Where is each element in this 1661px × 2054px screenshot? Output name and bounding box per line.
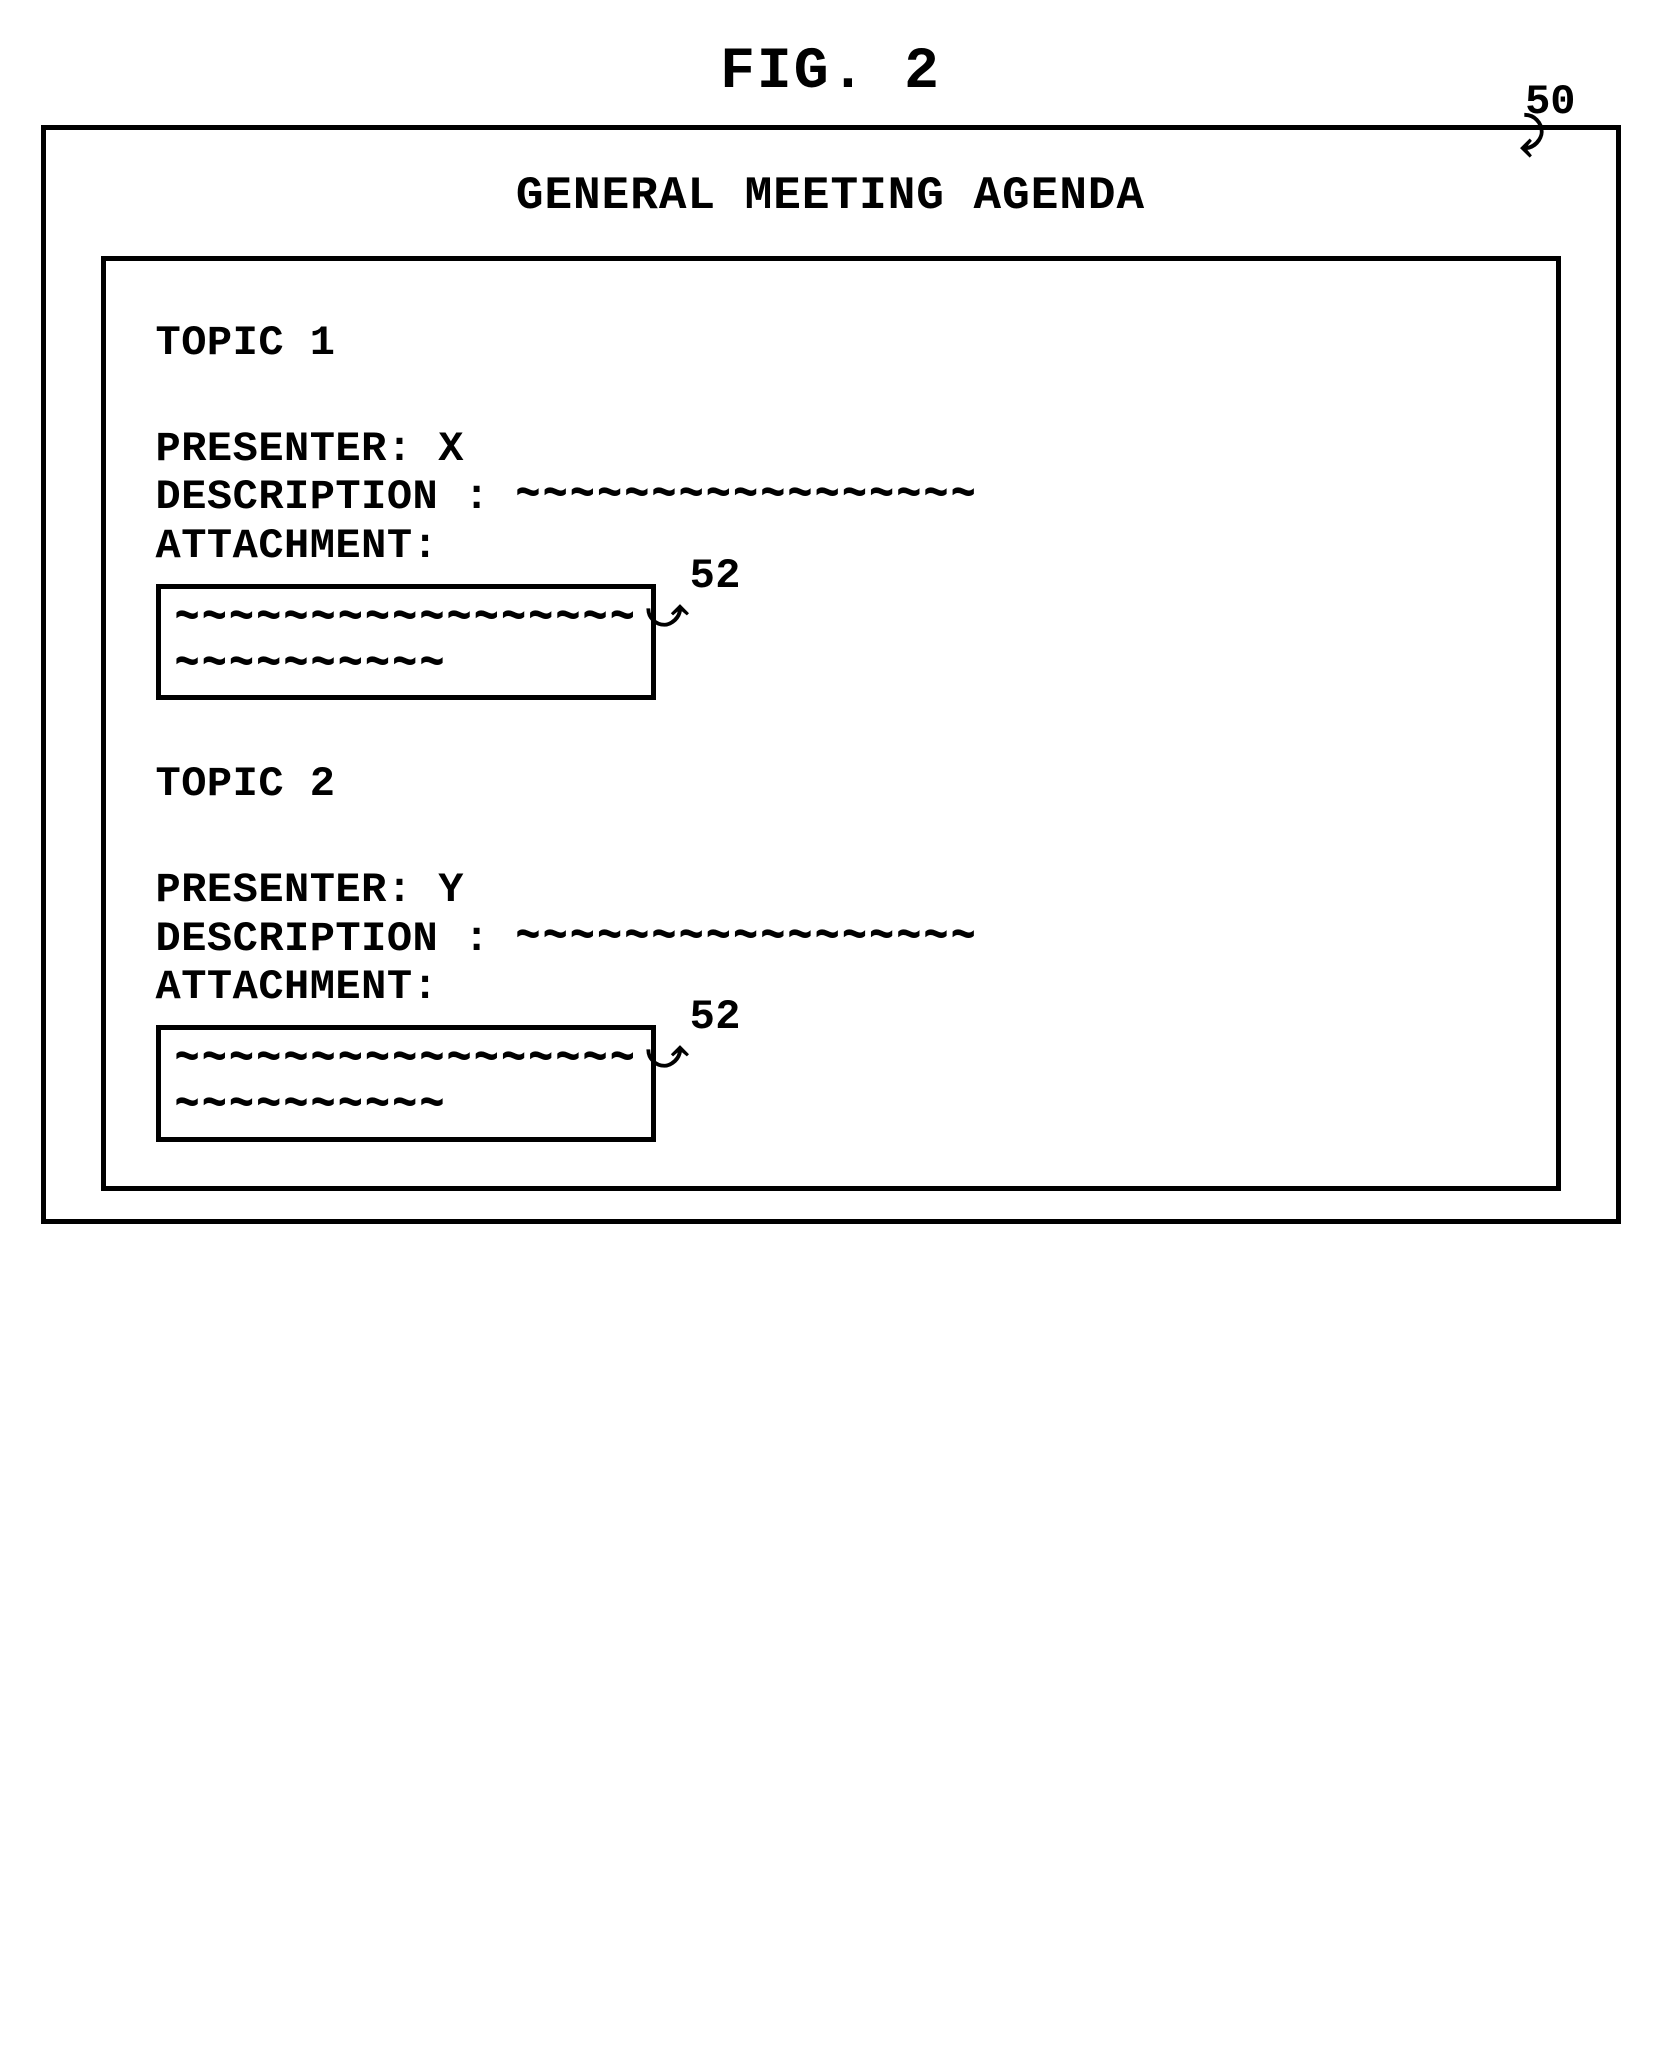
squiggle-icon: ~~~~~~~~~~~~~~~~~ bbox=[515, 906, 977, 969]
presenter-value: Y bbox=[438, 866, 464, 914]
presenter-value: X bbox=[438, 425, 464, 473]
reference-numeral-52: 52 bbox=[690, 553, 741, 599]
figure-container: FIG. 2 50 ⤹ GENERAL MEETING AGENDA TOPIC… bbox=[41, 40, 1621, 1224]
attachment-box: 52 ⤻ ~~~~~~~~~~~~~~~~~ ~~~~~~~~~~ bbox=[156, 1025, 656, 1141]
topic-heading: TOPIC 2 bbox=[156, 760, 1506, 808]
description-label: DESCRIPTION : bbox=[156, 915, 490, 963]
presenter-label: PRESENTER: bbox=[156, 425, 413, 473]
figure-label: FIG. 2 bbox=[41, 40, 1621, 105]
topic-block: TOPIC 1 PRESENTER: X DESCRIPTION : ~~~~~… bbox=[156, 319, 1506, 710]
topic-heading: TOPIC 1 bbox=[156, 319, 1506, 367]
description-line: DESCRIPTION : ~~~~~~~~~~~~~~~~~ bbox=[156, 915, 1506, 963]
leader-curve-icon: ⤹ bbox=[1520, 112, 1545, 160]
attachment-label: ATTACHMENT: bbox=[156, 963, 1506, 1011]
description-label: DESCRIPTION : bbox=[156, 473, 490, 521]
agenda-title: GENERAL MEETING AGENDA bbox=[101, 170, 1561, 222]
reference-numeral-52: 52 bbox=[690, 994, 741, 1040]
attachment-label: ATTACHMENT: bbox=[156, 522, 1506, 570]
squiggle-icon: ~~~~~~~~~~ bbox=[175, 1076, 637, 1136]
topic-block: TOPIC 2 PRESENTER: Y DESCRIPTION : ~~~~~… bbox=[156, 760, 1506, 1151]
squiggle-icon: ~~~~~~~~~~ bbox=[175, 635, 637, 695]
attachment-box: 52 ⤻ ~~~~~~~~~~~~~~~~~ ~~~~~~~~~~ bbox=[156, 584, 656, 700]
leader-curve-icon: ⤻ bbox=[646, 595, 689, 639]
outer-frame: 50 ⤹ GENERAL MEETING AGENDA TOPIC 1 PRES… bbox=[41, 125, 1621, 1224]
presenter-label: PRESENTER: bbox=[156, 866, 413, 914]
agenda-panel: TOPIC 1 PRESENTER: X DESCRIPTION : ~~~~~… bbox=[101, 256, 1561, 1191]
squiggle-icon: ~~~~~~~~~~~~~~~~~ bbox=[515, 465, 977, 528]
description-line: DESCRIPTION : ~~~~~~~~~~~~~~~~~ bbox=[156, 473, 1506, 521]
leader-curve-icon: ⤻ bbox=[646, 1036, 689, 1080]
